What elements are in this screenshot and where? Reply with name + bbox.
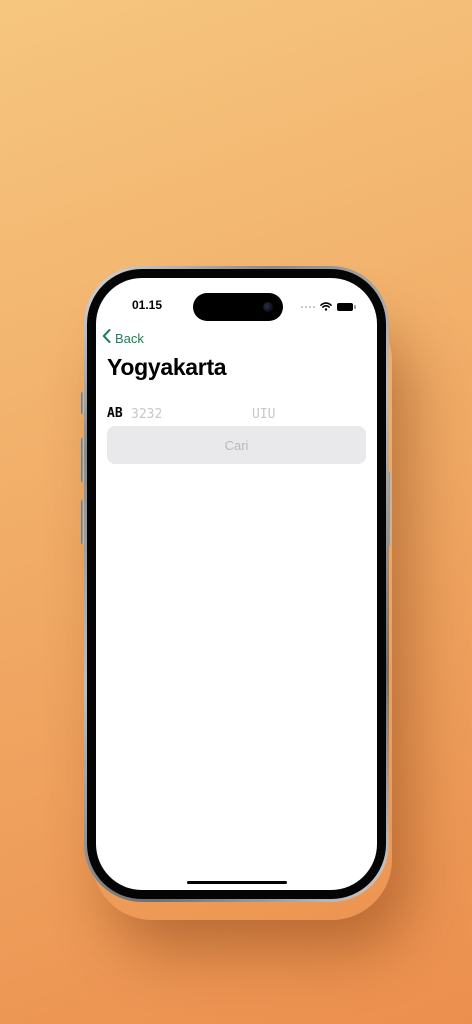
chevron-left-icon — [102, 329, 111, 348]
home-indicator — [187, 881, 287, 884]
page-title: Yogyakarta — [107, 354, 227, 380]
phone-frame: 01.15 Back Yogyakarta AB 3232 UIU Cari — [84, 266, 389, 902]
dynamic-island — [193, 293, 283, 321]
app-screen: 01.15 Back Yogyakarta AB 3232 UIU Cari — [96, 278, 377, 890]
battery-icon — [337, 303, 356, 311]
status-indicators — [301, 298, 356, 316]
cellular-signal-icon — [301, 306, 315, 308]
status-time: 01.15 — [132, 298, 163, 312]
plate-form: AB — [107, 404, 366, 426]
plate-suffix-input[interactable] — [252, 404, 332, 424]
wifi-icon — [320, 298, 332, 316]
search-button[interactable]: Cari — [107, 426, 366, 464]
front-camera-icon — [263, 302, 273, 312]
back-label: Back — [115, 331, 144, 346]
plate-prefix-label: AB — [107, 406, 123, 421]
back-button[interactable]: Back — [102, 329, 144, 348]
phone-bezel: 01.15 Back Yogyakarta AB 3232 UIU Cari — [87, 269, 386, 899]
plate-number-input[interactable] — [131, 404, 241, 424]
